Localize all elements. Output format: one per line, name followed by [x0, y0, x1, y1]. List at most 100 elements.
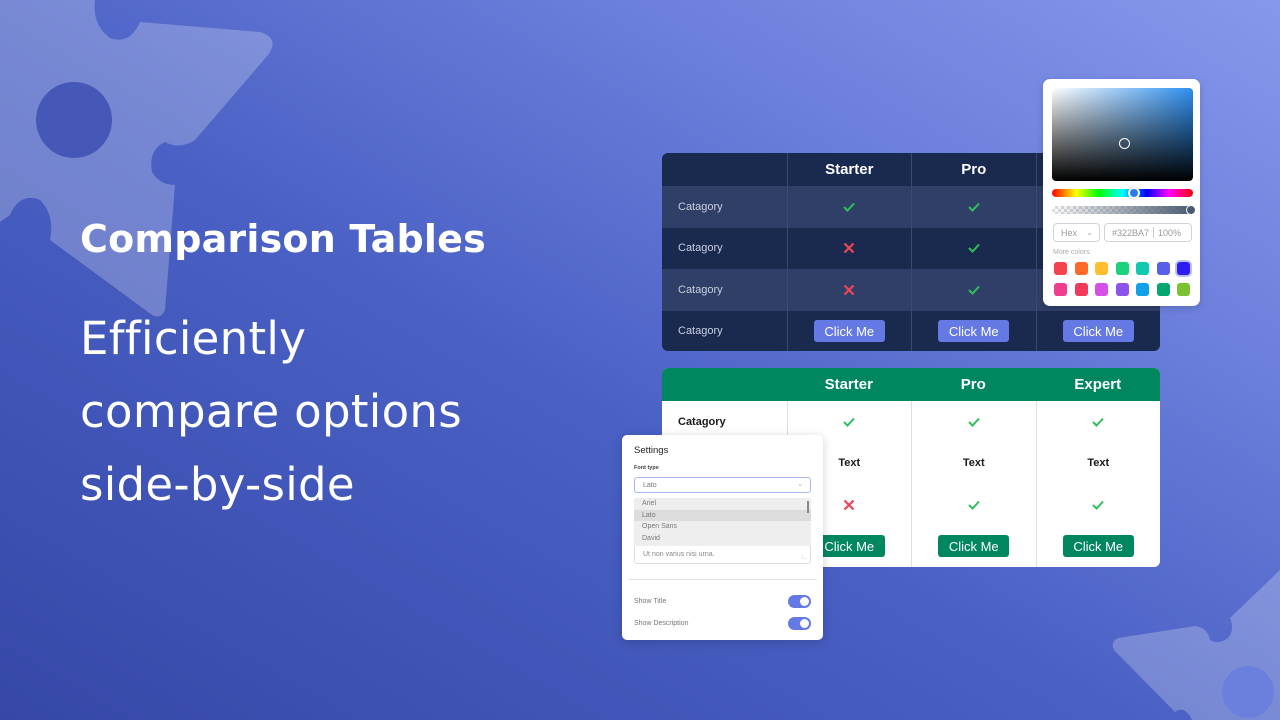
textarea-value: Ut non varius nisi urna. — [643, 551, 715, 558]
show-title-toggle[interactable] — [788, 595, 811, 608]
color-picker: Hex ⌄ #322BA7 100% More colors — [1043, 79, 1200, 306]
cell — [786, 269, 912, 311]
cell — [911, 186, 1036, 228]
cell: Click Me — [911, 310, 1036, 351]
header-cell-starter: Starter — [824, 376, 873, 393]
row-label: Catagory — [678, 283, 723, 296]
cell — [911, 269, 1036, 311]
click-me-button[interactable]: Click Me — [938, 320, 1010, 342]
check-icon — [842, 200, 856, 214]
cross-icon — [842, 241, 856, 255]
hue-handle[interactable] — [1128, 187, 1140, 199]
font-type-label: Font type — [634, 465, 659, 471]
hero-subtitle-line: Efficiently — [80, 312, 307, 365]
color-swatch[interactable] — [1074, 262, 1088, 275]
hero-subtitle-line: side-by-side — [80, 458, 355, 511]
hue-slider[interactable] — [1052, 187, 1193, 199]
cross-icon — [842, 283, 856, 297]
opacity-slider[interactable] — [1052, 205, 1196, 215]
header-cell-expert: Expert — [1074, 376, 1122, 393]
color-swatch[interactable] — [1074, 283, 1088, 296]
click-me-button[interactable]: Click Me — [813, 320, 885, 342]
color-swatch[interactable] — [1177, 262, 1190, 275]
click-me-button[interactable]: Click Me — [813, 535, 885, 558]
cell-text: Text — [911, 442, 1036, 484]
font-option-selected[interactable]: Lato — [634, 509, 811, 521]
resize-handle-icon[interactable]: ∟ — [801, 555, 807, 561]
hero: Comparison Tables Efficiently compare op… — [80, 214, 486, 521]
font-type-value: Lato — [643, 481, 657, 489]
settings-panel: Settings Font type Lato ⌄ Ariel Lato Ope… — [622, 435, 823, 640]
header-cell-pro: Pro — [911, 153, 1036, 186]
table-row: Catagory Click Me Click Me Click Me — [662, 310, 1161, 351]
show-title-row: Show Title — [634, 595, 811, 608]
hero-subtitle-line: compare options — [80, 385, 462, 438]
hero-subtitle: Efficiently compare options side-by-side — [80, 302, 486, 521]
cell — [911, 227, 1036, 269]
hex-input[interactable]: #322BA7 100% — [1104, 223, 1192, 242]
toggle-label: Show Description — [634, 620, 689, 627]
color-handle[interactable] — [1119, 138, 1130, 149]
font-options-list: Ariel Lato Open Sans David — [634, 498, 811, 546]
scrollbar[interactable] — [807, 501, 809, 513]
cell: Click Me — [786, 310, 912, 351]
check-icon — [967, 200, 981, 214]
color-swatch[interactable] — [1054, 262, 1067, 275]
check-icon — [842, 415, 856, 429]
cell-text: Text — [1035, 442, 1161, 484]
chevron-down-icon: ⌄ — [797, 481, 803, 488]
check-icon — [1091, 415, 1105, 429]
cell: Click Me — [1035, 525, 1161, 567]
color-swatch[interactable] — [1115, 262, 1129, 275]
color-format-select[interactable]: Hex ⌄ — [1053, 223, 1100, 242]
check-icon — [967, 241, 981, 255]
color-swatch[interactable] — [1095, 262, 1108, 275]
cell — [786, 186, 912, 228]
header-cell-empty — [662, 368, 787, 401]
divider — [628, 579, 817, 580]
row-label: Catagory — [678, 325, 723, 337]
color-swatch[interactable] — [1156, 283, 1170, 296]
color-swatches — [1054, 262, 1192, 296]
saturation-value-area[interactable] — [1052, 88, 1193, 181]
font-option[interactable]: Open Sans — [634, 521, 811, 533]
cell — [911, 484, 1036, 526]
color-swatch[interactable] — [1156, 262, 1170, 275]
cross-icon — [842, 498, 856, 512]
toggle-label: Show Title — [634, 598, 667, 605]
click-me-button[interactable]: Click Me — [1062, 535, 1134, 558]
cell: Click Me — [911, 525, 1036, 567]
check-icon — [967, 283, 981, 297]
cell — [786, 227, 912, 269]
font-option[interactable]: David — [634, 533, 811, 545]
check-icon — [967, 498, 981, 512]
cell — [911, 401, 1036, 443]
color-format-value: Hex — [1061, 227, 1078, 238]
click-me-button[interactable]: Click Me — [938, 535, 1010, 558]
table-header-row: Starter Pro Expert — [662, 368, 1160, 401]
color-swatch[interactable] — [1136, 262, 1149, 275]
color-swatch[interactable] — [1095, 283, 1108, 296]
font-option[interactable]: Ariel — [634, 498, 811, 510]
hero-title: Comparison Tables — [80, 217, 486, 261]
settings-title: Settings — [634, 445, 669, 456]
color-swatch[interactable] — [1115, 283, 1129, 296]
color-swatch[interactable] — [1177, 283, 1190, 296]
show-description-toggle[interactable] — [788, 617, 811, 630]
header-cell-starter: Starter — [786, 153, 912, 186]
color-swatch[interactable] — [1054, 283, 1067, 296]
cell — [1035, 401, 1161, 443]
show-description-row: Show Description — [634, 617, 811, 630]
click-me-button[interactable]: Click Me — [1062, 320, 1134, 342]
color-swatch[interactable] — [1136, 283, 1149, 296]
description-textarea[interactable]: Ut non varius nisi urna. ∟ — [634, 546, 811, 564]
check-icon — [1091, 498, 1105, 512]
font-type-select[interactable]: Lato ⌄ — [634, 477, 811, 493]
cell: Click Me — [1035, 310, 1161, 351]
check-icon — [967, 415, 981, 429]
row-label: Catagory — [678, 242, 723, 255]
opacity-value: 100% — [1158, 227, 1182, 238]
puzzle-decoration-bottom-right — [1112, 570, 1280, 720]
divider — [1153, 227, 1155, 238]
opacity-handle[interactable] — [1186, 205, 1196, 215]
